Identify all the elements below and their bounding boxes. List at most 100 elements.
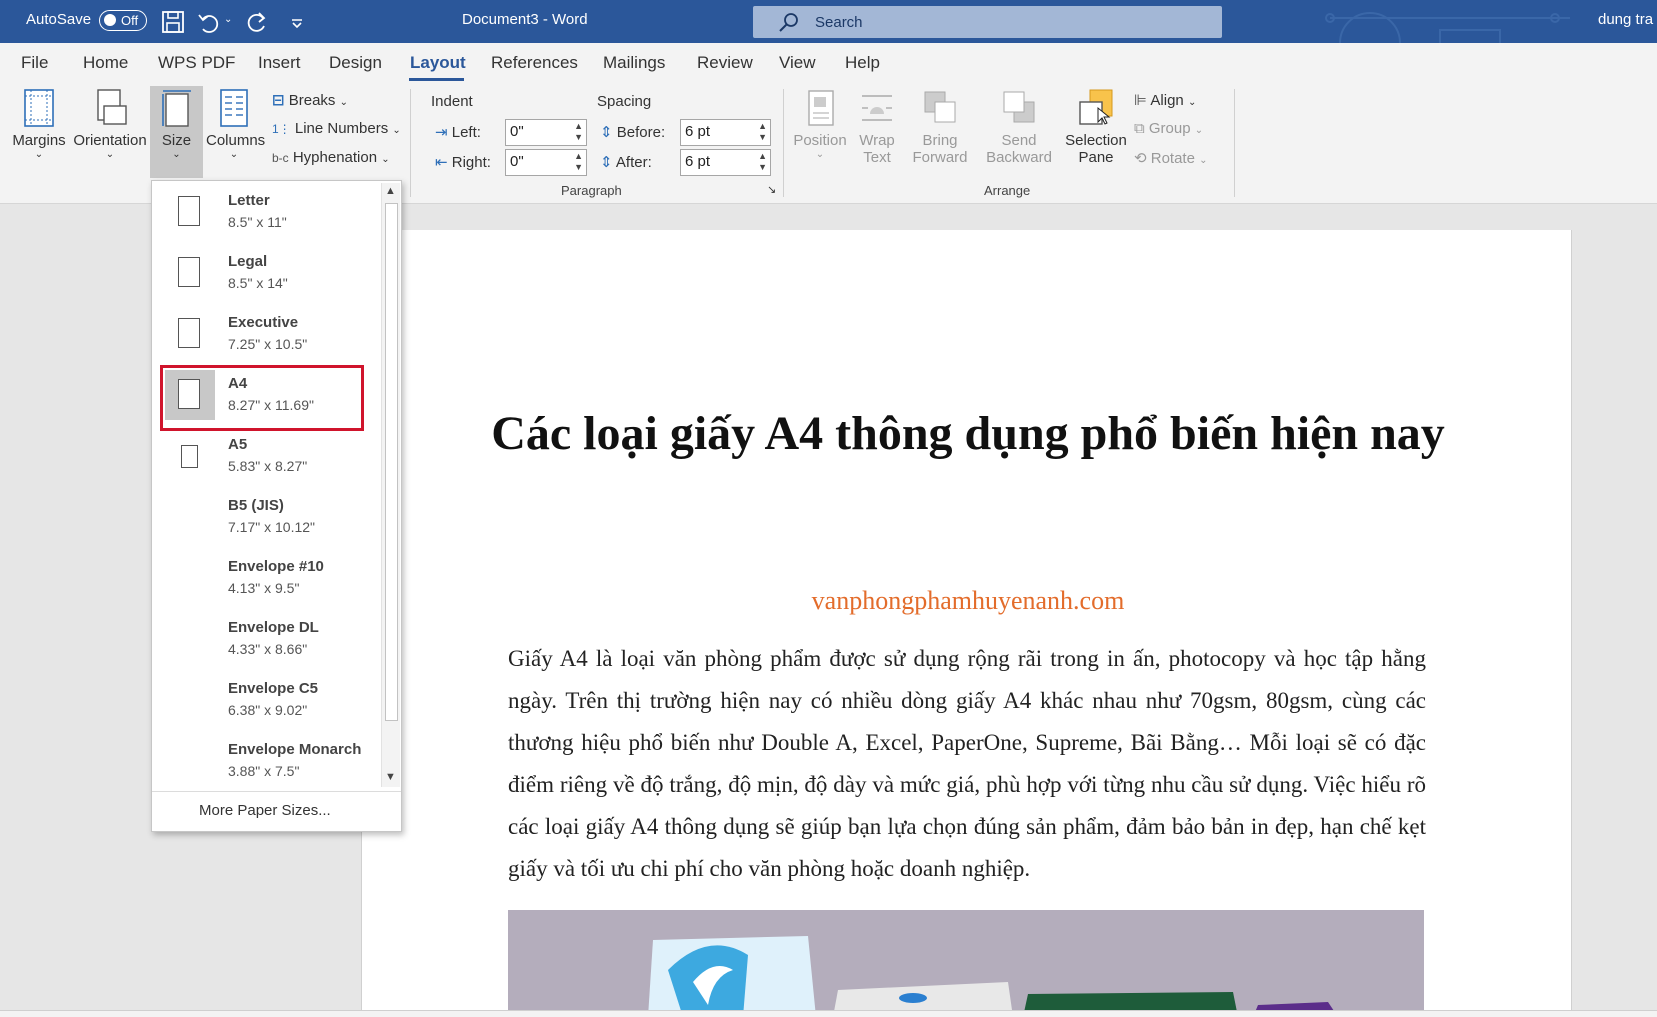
more-paper-sizes-item[interactable]: More Paper Sizes... <box>199 802 331 819</box>
margins-label: Margins <box>12 132 66 149</box>
hyphenation-dropdown-icon: ⌄ <box>381 154 390 165</box>
search-box[interactable]: Search <box>753 6 1222 38</box>
title-bar: AutoSave Off ⌄ Document3 - Word Search d… <box>0 0 1657 43</box>
indent-left-label: ⇥ Left: <box>435 123 481 141</box>
paper-size-b5-jis[interactable]: B5 (JIS) 7.17" x 10.12" <box>152 486 380 544</box>
paper-size-envelope-10[interactable]: Envelope #10 4.13" x 9.5" <box>152 547 380 605</box>
group-button[interactable]: ⧉ Group ⌄ <box>1134 120 1203 137</box>
indent-right-spinner-icon[interactable]: ▲ ▼ <box>574 151 583 173</box>
scrollbar-thumb[interactable] <box>385 203 398 721</box>
tab-insert[interactable]: Insert <box>258 53 301 73</box>
tab-file[interactable]: File <box>21 53 48 73</box>
paragraph-dialog-launcher-icon[interactable]: ↘ <box>767 183 776 196</box>
margins-button[interactable]: Margins ⌄ <box>10 88 68 160</box>
paper-size-name: Envelope C5 <box>228 680 319 697</box>
scroll-up-icon[interactable]: ▲ <box>385 185 396 197</box>
indent-left-icon: ⇥ <box>435 124 448 141</box>
rotate-label: Rotate <box>1150 150 1195 167</box>
selection-pane-button[interactable]: Selection Pane <box>1062 88 1130 166</box>
indent-right-label: ⇤ Right: <box>435 153 491 171</box>
user-name[interactable]: dung tra <box>1598 11 1653 28</box>
indent-left-spinner-icon[interactable]: ▲ ▼ <box>574 121 583 143</box>
columns-icon <box>220 89 248 127</box>
spacing-before-spinner-icon[interactable]: ▲ ▼ <box>758 121 767 143</box>
selection-pane-label-2: Pane <box>1078 149 1114 166</box>
wrap-text-button[interactable]: Wrap Text <box>852 88 902 166</box>
group-dropdown-icon: ⌄ <box>1194 125 1204 136</box>
columns-button[interactable]: Columns ⌄ <box>206 88 265 160</box>
paper-size-dims: 7.17" x 10.12" <box>228 519 316 535</box>
undo-dropdown-icon[interactable]: ⌄ <box>224 14 232 25</box>
paper-size-envelope-monarch[interactable]: Envelope Monarch 3.88" x 7.5" <box>152 730 380 788</box>
tab-wps-pdf[interactable]: WPS PDF <box>158 53 235 73</box>
position-label: Position <box>793 132 847 149</box>
menu-scrollbar[interactable]: ▲ ▼ <box>381 183 400 787</box>
save-icon[interactable] <box>160 9 186 35</box>
paper-size-legal[interactable]: Legal 8.5" x 14" <box>152 242 380 300</box>
paper-size-a5[interactable]: A5 5.83" x 8.27" <box>152 425 380 483</box>
spacing-after-spinner-icon[interactable]: ▲ ▼ <box>758 151 767 173</box>
spacing-before-field[interactable]: 6 pt ▲ ▼ <box>680 119 771 146</box>
spacing-after-field[interactable]: 6 pt ▲ ▼ <box>680 149 771 176</box>
indent-left-value: 0" <box>510 123 524 140</box>
orientation-button[interactable]: Orientation ⌄ <box>70 88 150 160</box>
position-button[interactable]: Position ⌄ <box>790 88 850 160</box>
rotate-button[interactable]: ⟲ Rotate ⌄ <box>1134 149 1208 167</box>
autosave-toggle[interactable]: Off <box>99 10 147 31</box>
position-icon <box>808 90 834 126</box>
indent-left-field[interactable]: 0" ▲ ▼ <box>505 119 587 146</box>
scroll-down-icon[interactable]: ▼ <box>385 771 396 783</box>
send-backward-button[interactable]: Send Backward <box>978 88 1060 166</box>
spacing-after-text: After: <box>615 154 652 171</box>
indent-right-icon: ⇤ <box>435 154 448 171</box>
redo-icon[interactable] <box>244 9 270 35</box>
tab-design[interactable]: Design <box>329 53 382 73</box>
customize-toolbar-icon[interactable] <box>284 9 310 35</box>
paper-size-envelope-c5[interactable]: Envelope C5 6.38" x 9.02" <box>152 669 380 727</box>
document-page[interactable]: Các loại giấy A4 thông dụng phổ biến hiệ… <box>361 230 1572 1017</box>
margins-dropdown-icon: ⌄ <box>34 149 44 160</box>
document-image[interactable] <box>508 910 1424 1017</box>
selection-pane-label-1: Selection <box>1065 132 1127 149</box>
tab-references[interactable]: References <box>491 53 578 73</box>
wrap-text-label-1: Wrap <box>859 132 895 149</box>
indent-right-field[interactable]: 0" ▲ ▼ <box>505 149 587 176</box>
orientation-label: Orientation <box>73 132 147 149</box>
align-dropdown-icon: ⌄ <box>1187 97 1197 108</box>
group-separator <box>410 89 411 197</box>
paper-size-executive[interactable]: Executive 7.25" x 10.5" <box>152 303 380 361</box>
tab-review[interactable]: Review <box>697 53 753 73</box>
paper-size-dims: 3.88" x 7.5" <box>228 763 300 779</box>
tab-view[interactable]: View <box>779 53 816 73</box>
paper-size-name: Envelope DL <box>228 619 319 636</box>
position-dropdown-icon: ⌄ <box>815 149 825 160</box>
orientation-dropdown-icon: ⌄ <box>105 149 115 160</box>
document-source-url: vanphongphamhuyenanh.com <box>811 586 1125 615</box>
rotate-icon: ⟲ <box>1134 150 1147 167</box>
spacing-after-value: 6 pt <box>685 153 711 170</box>
tab-help[interactable]: Help <box>845 53 880 73</box>
autosave-label: AutoSave <box>26 11 92 28</box>
hyphenation-button[interactable]: b‑c Hyphenation ⌄ <box>272 149 390 166</box>
line-numbers-dropdown-icon: ⌄ <box>392 125 401 136</box>
breaks-button[interactable]: ⊟ Breaks ⌄ <box>272 91 348 109</box>
paper-size-letter[interactable]: Letter 8.5" x 11" <box>152 181 380 239</box>
bring-forward-button[interactable]: Bring Forward <box>904 88 976 166</box>
tab-mailings[interactable]: Mailings <box>603 53 665 73</box>
undo-icon[interactable] <box>196 9 222 35</box>
spacing-before-value: 6 pt <box>685 123 711 140</box>
tab-layout[interactable]: Layout <box>410 53 466 73</box>
bring-forward-label-2: Forward <box>912 149 968 166</box>
paper-size-dims: 6.38" x 9.02" <box>228 702 308 718</box>
line-numbers-button[interactable]: 1⋮ Line Numbers ⌄ <box>272 120 401 137</box>
paper-size-dims: 8.5" x 14" <box>228 275 288 291</box>
align-button[interactable]: ⊫ Align ⌄ <box>1134 91 1196 109</box>
spacing-after-label: ⇕ After: <box>600 153 652 171</box>
wrap-text-icon <box>862 95 892 121</box>
tab-home[interactable]: Home <box>83 53 128 73</box>
menu-divider <box>152 791 401 792</box>
paper-size-envelope-dl[interactable]: Envelope DL 4.33" x 8.66" <box>152 608 380 666</box>
breaks-icon: ⊟ <box>272 92 285 109</box>
size-button[interactable]: Size ⌄ <box>152 88 201 160</box>
send-backward-label-1: Send <box>1001 132 1037 149</box>
